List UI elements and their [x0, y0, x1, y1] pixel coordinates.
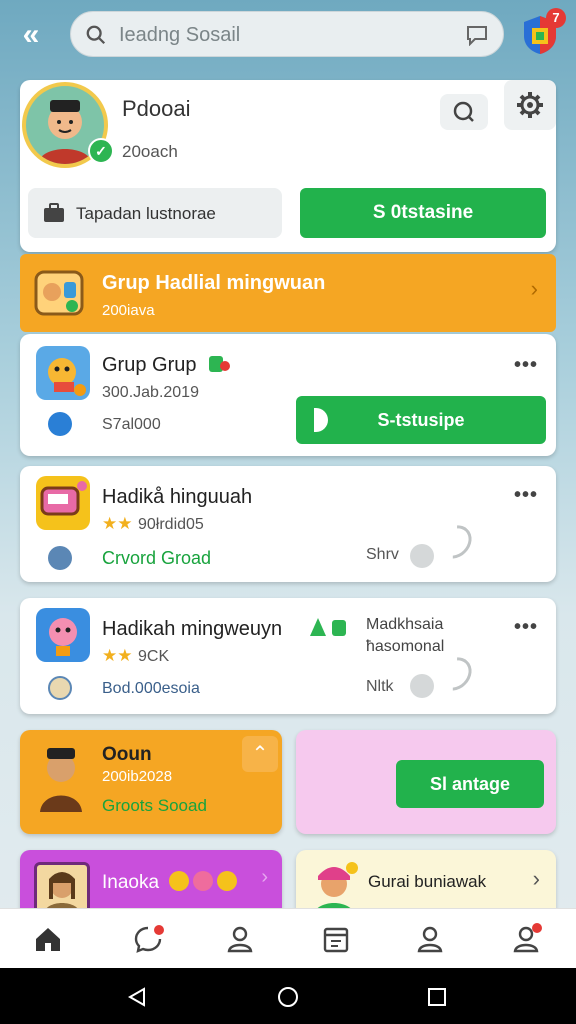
profile-icon[interactable]	[414, 923, 446, 955]
gear-icon	[517, 92, 543, 118]
system-navigation-bar	[0, 968, 576, 1024]
featured-group-banner[interactable]: Grup Hadlial mingwuan 200iava ›	[20, 254, 556, 332]
loading-spinner-icon	[431, 518, 479, 566]
search-icon	[453, 101, 474, 122]
tile-title: Gurai buniawak	[368, 872, 487, 891]
tile-subtitle: 200ib2028	[102, 768, 173, 785]
bottom-navigation	[0, 908, 576, 968]
left-action-label: Tapadan lustnorae	[76, 204, 216, 223]
top-bar: « Ieadng Sosail 7	[0, 0, 576, 72]
chevron-right-icon: ›	[530, 276, 538, 301]
play-icon[interactable]	[410, 674, 434, 698]
left-action-button[interactable]: Tapadan lustnorae	[28, 188, 282, 238]
feather-icon	[48, 412, 72, 436]
chat-bubble-icon[interactable]	[465, 24, 489, 46]
gift-icon	[209, 356, 230, 372]
recents-square-icon[interactable]	[427, 987, 447, 1007]
pink-tile[interactable]: Sl antage	[296, 730, 556, 834]
person-icon[interactable]	[224, 923, 256, 955]
search-icon	[86, 25, 106, 45]
list-item[interactable]: Grup Grup 300.Jab.2019 S7al000 ••• S-tst…	[20, 334, 556, 456]
row-side-label: Nltk	[366, 678, 394, 695]
person-avatar	[40, 748, 82, 812]
profile-name: Pdooai	[122, 96, 191, 121]
home-circle-icon[interactable]	[277, 986, 299, 1008]
banner-subtitle: 200iava	[102, 302, 155, 319]
join-button-label: S-tstusipe	[377, 410, 465, 430]
join-button[interactable]: S-tstusipe	[296, 396, 546, 444]
chevron-up-icon[interactable]: ⌃	[242, 736, 278, 772]
pink-tile-button[interactable]: Sl antage	[396, 760, 544, 808]
back-triangle-icon[interactable]	[126, 986, 148, 1008]
swirl-icon	[48, 546, 72, 570]
calendar-icon[interactable]	[320, 923, 352, 955]
profile-search-button[interactable]	[440, 94, 488, 130]
banner-title: Grup Hadlial mingwuan	[102, 272, 326, 294]
play-icon[interactable]	[410, 544, 434, 568]
more-options-icon[interactable]: •••	[514, 616, 538, 639]
list-item[interactable]: Hadikah mingweuyn ★★ 9CK Bod.000esoia Ma…	[20, 598, 556, 714]
primary-action-button[interactable]: S 0tstasine	[300, 188, 546, 238]
profile-card: ✓ Pdooai 20oach Tapadan lustnorae S 0tst…	[20, 80, 556, 252]
tile-link[interactable]: Groots Sooad	[102, 796, 207, 816]
row-link[interactable]: Crvord Groad	[102, 548, 211, 569]
group-thumbnail	[36, 346, 90, 400]
more-options-icon[interactable]: •••	[514, 484, 538, 507]
row-meta: S7al000	[102, 416, 161, 433]
rating-stars: ★★	[102, 514, 133, 533]
home-icon[interactable]	[32, 923, 64, 955]
row-date: 300.Jab.2019	[102, 384, 199, 401]
verified-check-icon: ✓	[88, 138, 114, 164]
search-input[interactable]: Ieadng Sosail	[119, 24, 240, 47]
tile-title: Ooun	[102, 744, 152, 765]
back-chevron-icon[interactable]: «	[14, 18, 48, 52]
group-mascot-icon	[34, 270, 84, 316]
tile-title: Inaoka	[102, 872, 160, 893]
row-rating: 90łrdid05	[138, 516, 204, 533]
account-badge	[532, 923, 542, 933]
rating-stars: ★★	[102, 646, 133, 665]
row-side-line-2: ħasomonal	[366, 638, 445, 655]
orange-tile[interactable]: Ooun 200ib2028 Groots Sooad ⌃	[20, 730, 282, 834]
row-side-line-1: Madkhsaia	[366, 616, 444, 633]
group-thumbnail	[36, 476, 90, 530]
search-bar[interactable]: Ieadng Sosail	[70, 11, 504, 57]
profile-subtitle: 20oach	[122, 142, 178, 161]
settings-button[interactable]	[504, 80, 556, 130]
group-thumbnail	[36, 608, 90, 662]
row-meta: Bod.000esoia	[102, 680, 200, 697]
row-title: Hadikå hinguuah	[102, 486, 253, 508]
mask-icon	[48, 676, 72, 700]
more-options-icon[interactable]: •••	[514, 354, 538, 377]
row-rating: 9CK	[138, 648, 170, 665]
loading-spinner-icon	[431, 650, 479, 698]
row-title: Hadikah mingweuyn	[102, 618, 283, 640]
badge-icons	[310, 618, 346, 636]
chat-badge	[154, 925, 164, 935]
play-shape-icon	[314, 408, 328, 432]
emoji-badges	[169, 871, 237, 891]
notification-badge: 7	[546, 8, 566, 28]
row-side-label: Shrv	[366, 546, 399, 563]
chevron-right-icon[interactable]: ›	[533, 866, 540, 892]
briefcase-icon	[44, 203, 64, 222]
row-title: Grup Grup	[102, 354, 197, 376]
list-item[interactable]: Hadikå hinguuah ★★ 90łrdid05 Crvord Groa…	[20, 466, 556, 582]
chevron-right-icon: ›	[261, 866, 268, 888]
